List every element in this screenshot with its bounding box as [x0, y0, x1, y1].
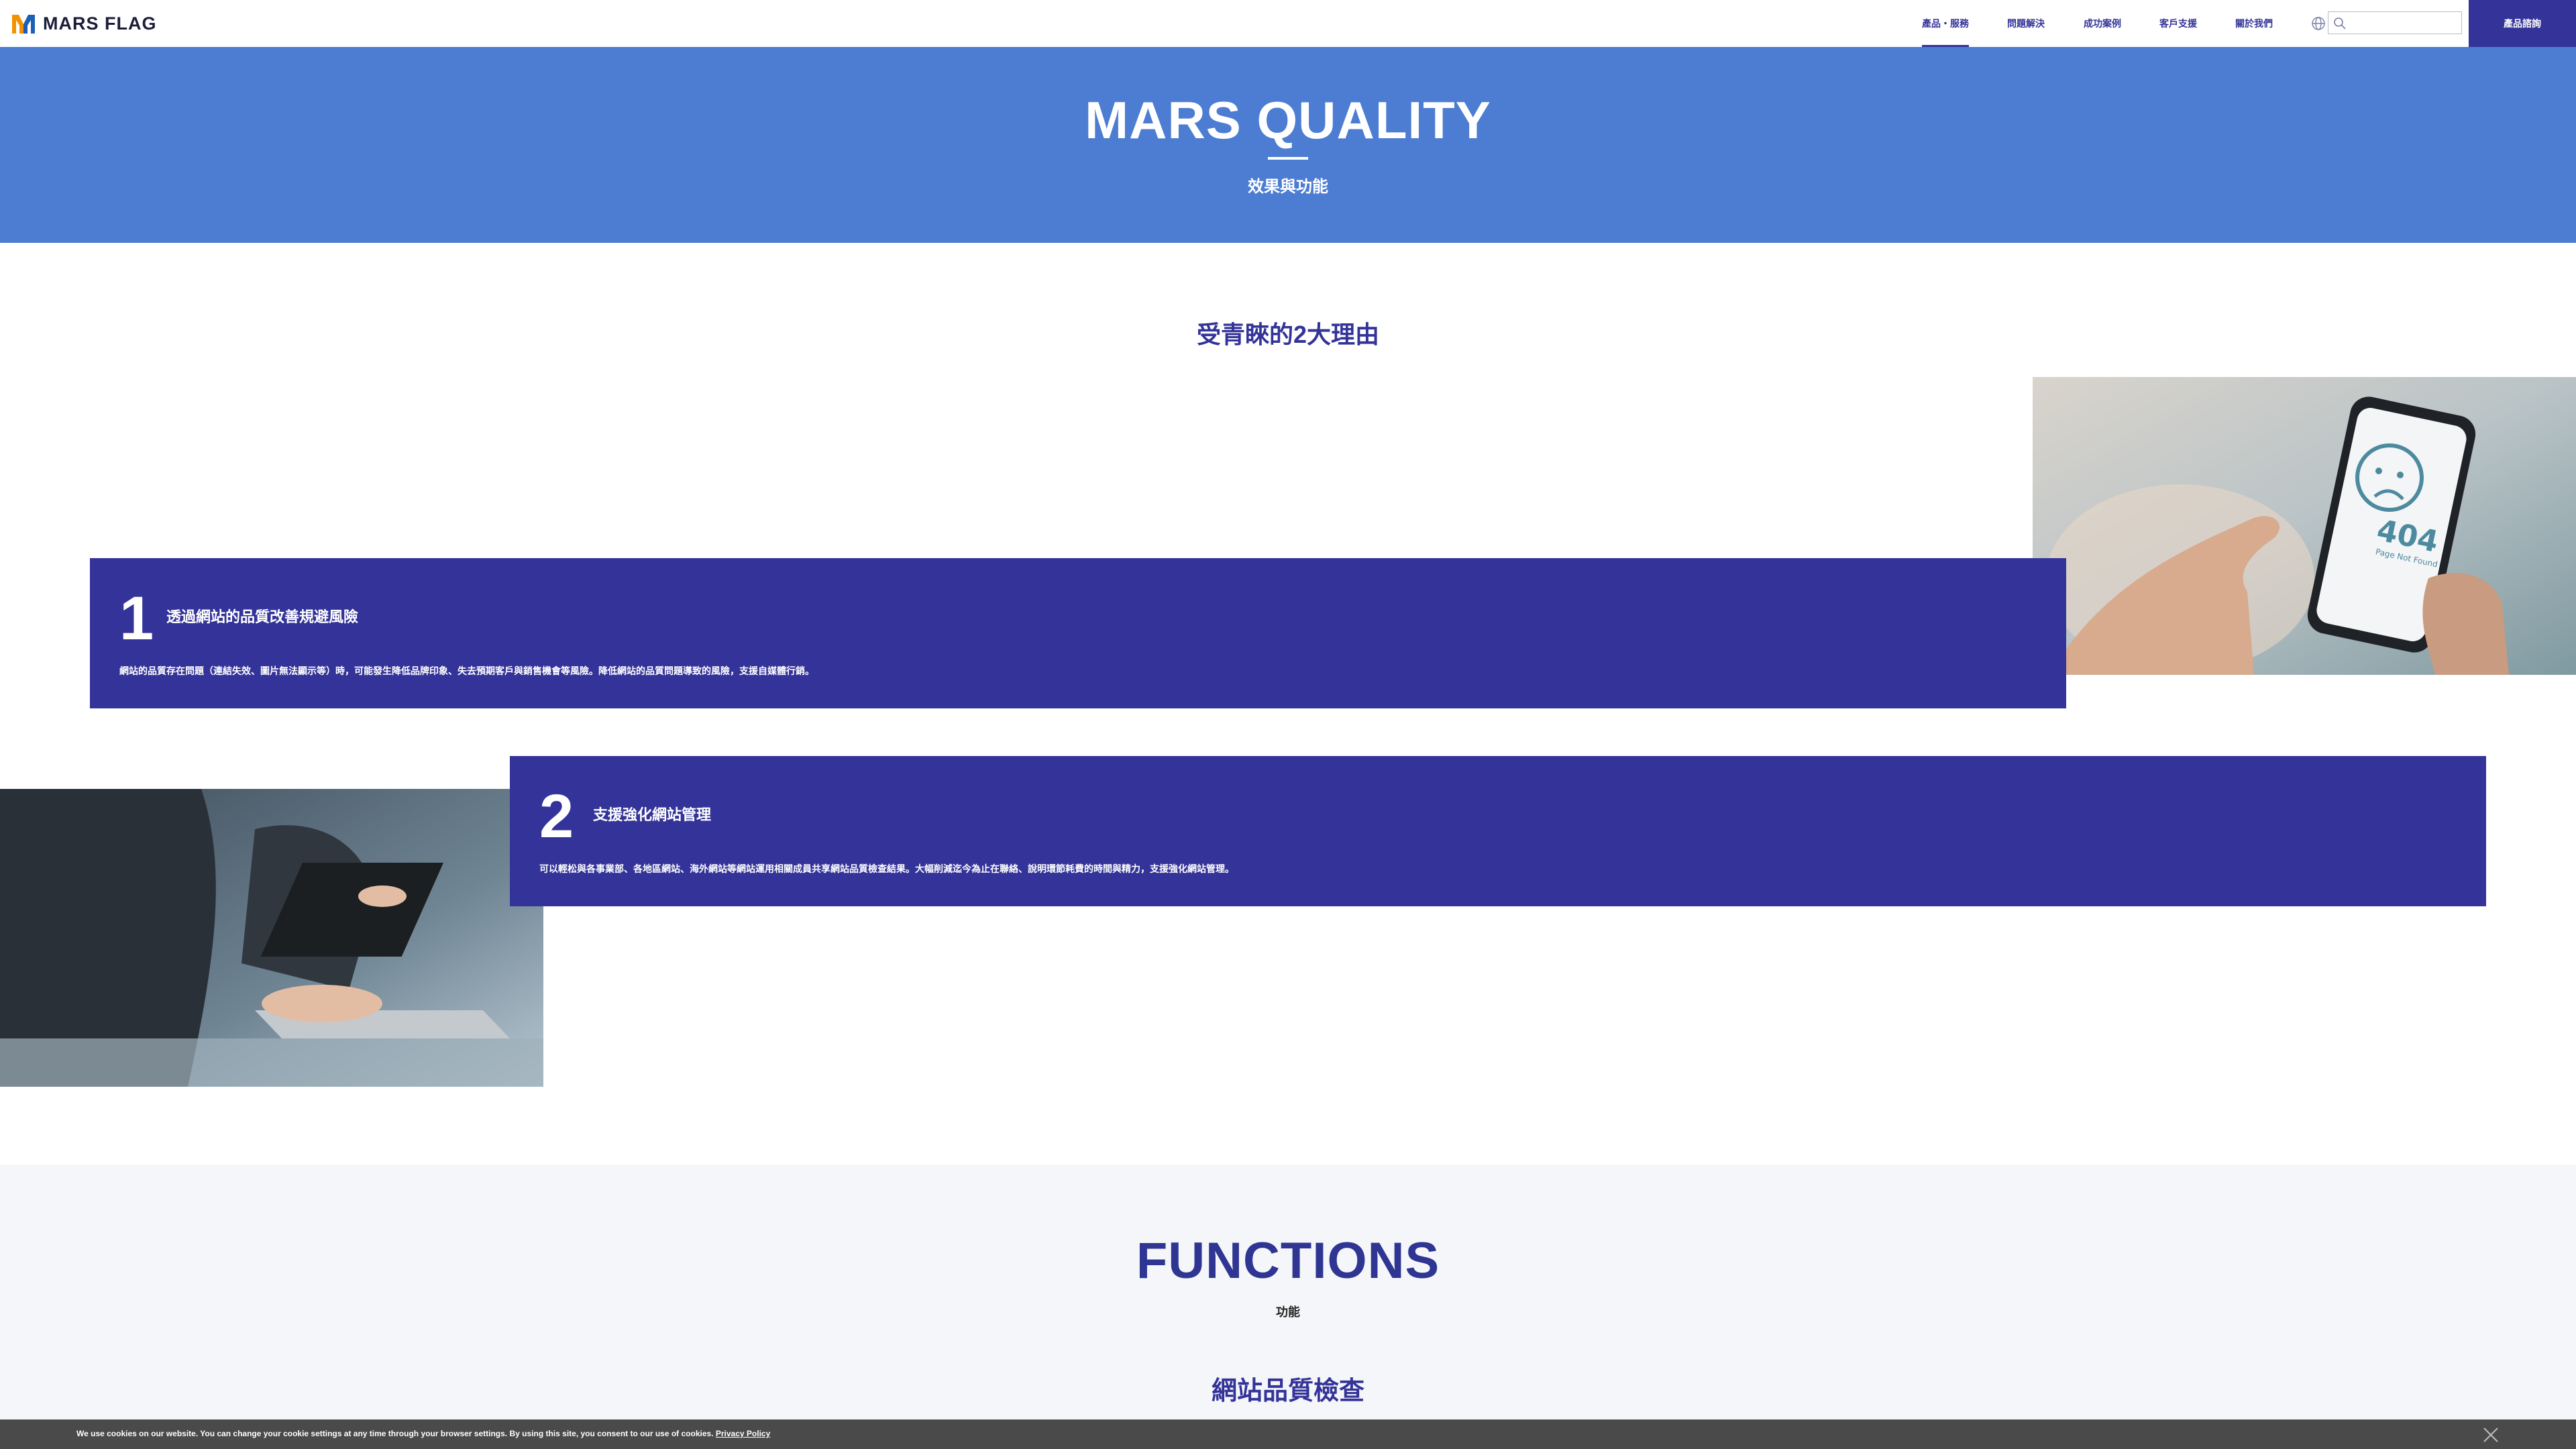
nav-item-case-studies[interactable]: 成功案例 — [2084, 0, 2121, 47]
laptop-meeting-photo — [0, 789, 543, 1087]
hero-banner: MARS QUALITY 效果與功能 — [0, 47, 2576, 243]
privacy-policy-link[interactable]: Privacy Policy — [716, 1429, 770, 1438]
cookie-banner: We use cookies on our website. You can c… — [0, 1419, 2576, 1449]
reason-title: 透過網站的品質改善規避風險 — [166, 608, 359, 625]
reason-card-2: 2 支援強化網站管理 可以輕松與各事業部、各地區網站、海外網站等網站運用相關成員… — [510, 756, 2486, 906]
product-inquiry-button[interactable]: 產品諮詢 — [2469, 0, 2576, 47]
phone-404-photo: 404 Page Not Found — [2033, 377, 2576, 675]
site-header: MARS FLAG 產品・服務 問題解決 成功案例 客戶支援 關於我們 產品諮詢 — [0, 0, 2576, 48]
globe-icon[interactable] — [2310, 15, 2326, 32]
logo-text: MARS FLAG — [43, 13, 157, 34]
site-logo[interactable]: MARS FLAG — [9, 9, 156, 38]
hero-divider — [1268, 157, 1308, 160]
mars-flag-logo-icon — [12, 15, 35, 34]
reason-number: 1 — [119, 584, 154, 653]
reason-title: 支援強化網站管理 — [593, 806, 712, 823]
search-input[interactable] — [2350, 13, 2460, 34]
functions-section: FUNCTIONS 功能 網站品質檢查 — [0, 1165, 2576, 1449]
cookie-message: We use cookies on our website. You can c… — [76, 1429, 770, 1438]
nav-item-about[interactable]: 關於我們 — [2235, 0, 2273, 47]
nav-item-solutions[interactable]: 問題解決 — [2007, 0, 2045, 47]
search-box — [2328, 11, 2462, 34]
function-heading: 網站品質檢查 — [1211, 1377, 1364, 1405]
functions-subtitle: 功能 — [1276, 1305, 1300, 1319]
reason-description: 網站的品質存在問題（連結失效、圖片無法顯示等）時，可能發生降低品牌印象、失去預期… — [119, 665, 814, 676]
reason-card-1: 1 透過網站的品質改善規避風險 網站的品質存在問題（連結失效、圖片無法顯示等）時… — [90, 558, 2066, 708]
reasons-heading: 受青睞的2大理由 — [1196, 321, 1380, 348]
nav-item-support[interactable]: 客戶支援 — [2159, 0, 2197, 47]
functions-title: FUNCTIONS — [1136, 1232, 1440, 1289]
search-icon[interactable] — [2332, 16, 2347, 31]
close-icon[interactable] — [2482, 1426, 2500, 1444]
page-title: MARS QUALITY — [1085, 91, 1491, 150]
reason-description: 可以輕松與各事業部、各地區網站、海外網站等網站運用相關成員共享網站品質檢查結果。… — [539, 863, 1234, 874]
nav-item-products-services[interactable]: 產品・服務 — [1922, 0, 1969, 47]
page-subtitle: 效果與功能 — [1248, 178, 1328, 196]
cookie-text: We use cookies on our website. You can c… — [76, 1429, 714, 1438]
reason-number: 2 — [539, 782, 574, 851]
